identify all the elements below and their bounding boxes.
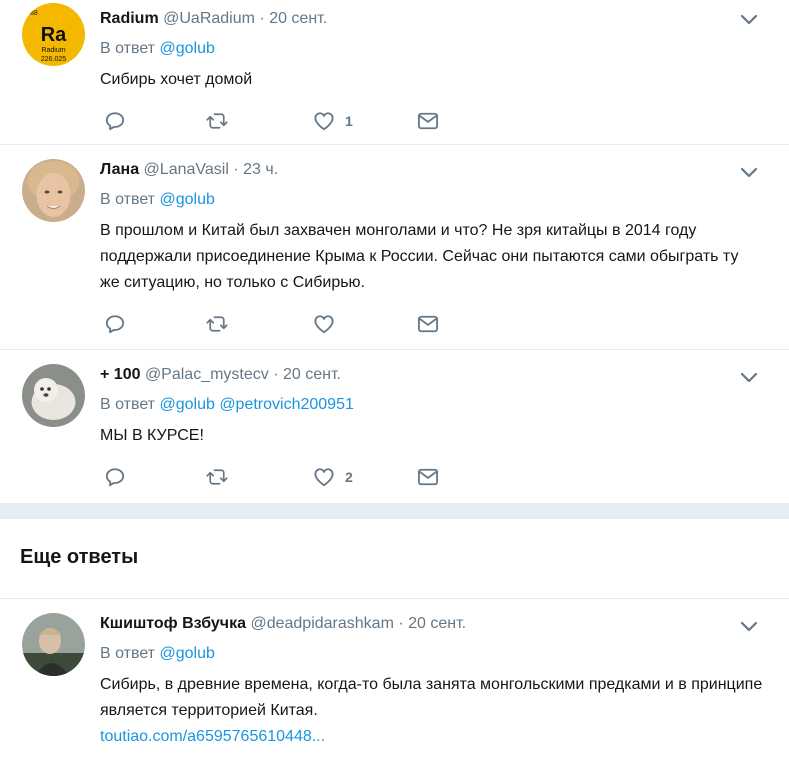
tweet-text: Сибирь хочет домой [100, 71, 253, 88]
mention-link[interactable]: @golub [159, 40, 214, 57]
timestamp[interactable]: 20 сент. [408, 615, 466, 632]
retweet-button[interactable] [206, 314, 228, 334]
avatar-mass: 226.025 [41, 56, 66, 63]
reply-button[interactable] [104, 314, 126, 334]
user-name[interactable]: Лана [100, 161, 139, 178]
separator-dot: · [398, 615, 404, 632]
tweet-text: МЫ В КУРСЕ! [100, 427, 204, 444]
reply-to: В ответ @golub @petrovich200951 [100, 394, 773, 416]
like-button[interactable]: 1 [313, 111, 353, 131]
reply-to-label: В ответ [100, 396, 156, 413]
like-button[interactable]: 2 [313, 467, 353, 487]
reply-button[interactable] [104, 467, 126, 487]
like-icon [313, 111, 335, 131]
dm-icon [417, 111, 439, 131]
avatar-label: Radium [41, 47, 65, 54]
timestamp[interactable]: 20 сент. [269, 10, 327, 27]
reply-to-label: В ответ [100, 645, 156, 662]
tweet-text: В прошлом и Китай был захвачен монголами… [100, 222, 739, 291]
reply-to-label: В ответ [100, 40, 156, 57]
retweet-icon [206, 314, 228, 334]
tweet-header: Radium @UaRadium · 20 сент. [100, 8, 773, 30]
user-handle[interactable]: @UaRadium [163, 10, 255, 27]
reply-icon [104, 314, 126, 334]
dm-button[interactable] [417, 314, 439, 334]
tweet-item[interactable]: 88 Ra Radium 226.025 Radium @UaRadium · … [0, 0, 789, 145]
external-link[interactable]: toutiao.com/a6595765610448... [100, 728, 325, 745]
like-count: 1 [345, 113, 353, 129]
user-handle[interactable]: @LanaVasil [144, 161, 229, 178]
tweet-header: Кшиштоф Взбучка @deadpidarashkam · 20 се… [100, 613, 773, 635]
like-button[interactable] [313, 314, 335, 334]
section-divider [0, 504, 789, 519]
mention-link[interactable]: @petrovich200951 [219, 396, 354, 413]
tweet-text: Сибирь, в древние времена, когда-то была… [100, 672, 765, 750]
reply-icon [104, 467, 126, 487]
tweet-item[interactable]: Лана @LanaVasil · 23 ч. В ответ @golub В… [0, 145, 789, 350]
tweet-item[interactable]: + 100 @Palac_mystecv · 20 сент. В ответ … [0, 350, 789, 504]
tweet-actions: 1 [100, 101, 773, 147]
tweet-text-body: Сибирь, в древние времена, когда-то была… [100, 676, 763, 719]
tweet-header: + 100 @Palac_mystecv · 20 сент. [100, 364, 773, 386]
tweet-actions [100, 304, 773, 350]
dm-icon [417, 314, 439, 334]
user-name[interactable]: Кшиштоф Взбучка [100, 615, 246, 632]
reply-to: В ответ @golub [100, 38, 773, 60]
tweet-item[interactable]: Кшиштоф Взбучка @deadpidarashkam · 20 се… [0, 599, 789, 769]
dm-button[interactable] [417, 111, 439, 131]
avatar-symbol: Ra [41, 24, 67, 46]
reply-to: В ответ @golub [100, 643, 773, 665]
timestamp[interactable]: 20 сент. [283, 366, 341, 383]
like-count: 2 [345, 469, 353, 485]
dm-icon [417, 467, 439, 487]
avatar[interactable] [22, 364, 85, 427]
retweet-button[interactable] [206, 111, 228, 131]
chevron-down-icon[interactable] [739, 12, 759, 26]
like-icon [313, 467, 335, 487]
more-replies-heading: Еще ответы [0, 519, 789, 599]
chevron-down-icon[interactable] [739, 165, 759, 179]
user-handle[interactable]: @deadpidarashkam [250, 615, 393, 632]
retweet-icon [206, 111, 228, 131]
avatar-number: 88 [30, 10, 38, 17]
like-icon [313, 314, 335, 334]
mention-link[interactable]: @golub [159, 396, 214, 413]
retweet-button[interactable] [206, 467, 228, 487]
chevron-down-icon[interactable] [739, 619, 759, 633]
chevron-down-icon[interactable] [739, 370, 759, 384]
separator-dot: · [259, 10, 265, 27]
reply-icon [104, 111, 126, 131]
tweet-actions: 2 [100, 457, 773, 503]
mention-link[interactable]: @golub [159, 645, 214, 662]
separator-dot: · [233, 161, 239, 178]
avatar[interactable]: 88 Ra Radium 226.025 [22, 3, 85, 66]
dm-button[interactable] [417, 467, 439, 487]
tweet-header: Лана @LanaVasil · 23 ч. [100, 159, 773, 181]
user-handle[interactable]: @Palac_mystecv [145, 366, 269, 383]
reply-to: В ответ @golub [100, 189, 773, 211]
avatar[interactable] [22, 613, 85, 676]
user-name[interactable]: + 100 [100, 366, 140, 383]
timestamp[interactable]: 23 ч. [243, 161, 278, 178]
retweet-icon [206, 467, 228, 487]
avatar[interactable] [22, 159, 85, 222]
mention-link[interactable]: @golub [159, 191, 214, 208]
reply-button[interactable] [104, 111, 126, 131]
separator-dot: · [273, 366, 279, 383]
reply-to-label: В ответ [100, 191, 156, 208]
user-name[interactable]: Radium [100, 10, 159, 27]
